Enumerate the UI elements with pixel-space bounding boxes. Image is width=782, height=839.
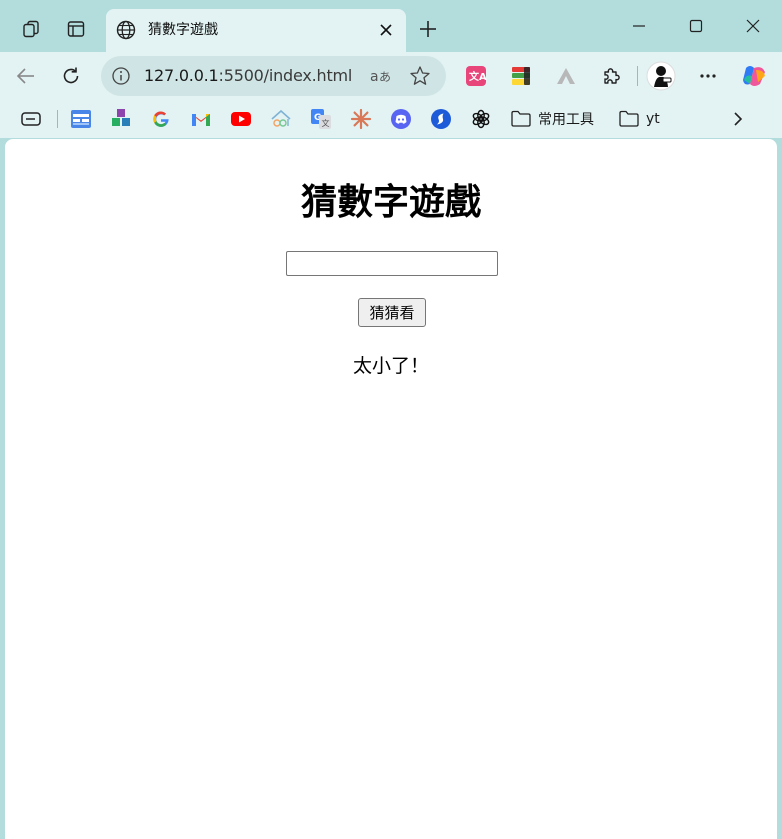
refresh-icon	[63, 67, 79, 84]
google-icon	[153, 111, 169, 127]
url-path: :5500/index.html	[218, 66, 353, 85]
bookmark-house[interactable]	[270, 108, 292, 130]
address-bar[interactable]: 127.0.0.1:5500/index.html a あ	[101, 56, 446, 96]
back-button[interactable]	[10, 60, 42, 92]
bookmark-google[interactable]	[150, 108, 172, 130]
workspaces-icon	[23, 20, 39, 38]
guess-button[interactable]: 猜猜看	[358, 298, 426, 327]
more-horizontal-icon	[700, 74, 716, 78]
bookmark-claude[interactable]	[350, 108, 372, 130]
bookmark-folder-label: 常用工具	[538, 112, 594, 128]
guess-input[interactable]	[286, 251, 498, 276]
new-tab-button[interactable]	[412, 13, 444, 45]
youtube-icon	[231, 112, 251, 126]
browser-tab-active[interactable]: 猜數字遊戲	[106, 9, 406, 52]
tab-title: 猜數字遊戲	[148, 22, 218, 38]
tab-actions-icon	[67, 21, 85, 37]
window-close-button[interactable]	[730, 8, 776, 44]
extension-colorful-button[interactable]	[505, 60, 537, 92]
discord-icon	[391, 109, 411, 129]
gmail-icon	[192, 114, 210, 126]
bookmark-cubes[interactable]	[110, 108, 132, 130]
bookmark-discord[interactable]	[390, 108, 412, 130]
puzzle-icon	[604, 68, 620, 84]
profile-button[interactable]	[645, 60, 677, 92]
close-icon	[380, 24, 392, 36]
workspaces-button[interactable]	[14, 12, 48, 46]
result-message: 太小了！	[352, 355, 429, 377]
bookmark-swoosh[interactable]	[430, 108, 452, 130]
url-text[interactable]: 127.0.0.1:5500/index.html	[144, 66, 352, 85]
svg-text:文A: 文A	[469, 70, 487, 83]
plus-icon	[420, 21, 436, 37]
bookmark-folder-yt[interactable]: yt	[618, 107, 660, 131]
bookmark-gmail[interactable]	[190, 108, 212, 130]
maximize-button[interactable]	[673, 8, 719, 44]
maximize-icon	[689, 19, 703, 33]
extensions-button[interactable]	[595, 60, 627, 92]
extension-a-button[interactable]	[550, 60, 582, 92]
folder-icon	[511, 110, 531, 127]
translate-extension-icon: 文A	[466, 66, 487, 86]
settings-more-button[interactable]	[692, 60, 724, 92]
site-info-icon[interactable]	[111, 66, 131, 86]
house-icon	[271, 109, 291, 127]
title-bar: 猜數字遊戲	[0, 0, 782, 52]
bookmark-folder-label: yt	[646, 111, 660, 127]
arrow-left-icon	[16, 68, 34, 84]
cubes-icon	[112, 109, 130, 126]
tablet-icon	[21, 112, 41, 126]
bookmark-google-classroom[interactable]	[70, 108, 92, 130]
refresh-button[interactable]	[55, 60, 87, 92]
triangle-logo-icon	[557, 68, 575, 84]
copilot-button[interactable]	[738, 60, 770, 92]
minimize-button[interactable]	[616, 8, 662, 44]
color-blocks-icon	[512, 67, 530, 85]
openai-icon	[472, 109, 490, 129]
copilot-icon	[743, 66, 765, 86]
sunburst-icon	[350, 108, 372, 130]
bookmark-google-translate[interactable]: G 文	[310, 108, 332, 130]
svg-text:a: a	[370, 69, 379, 85]
bookmark-youtube[interactable]	[230, 108, 252, 130]
chevron-right-icon	[734, 112, 743, 126]
bookmarks-overflow-button[interactable]	[727, 108, 749, 130]
swoosh-icon	[431, 109, 451, 129]
minimize-icon	[633, 25, 645, 27]
star-icon[interactable]	[409, 65, 431, 87]
google-sheets-icon	[71, 110, 91, 128]
folder-icon	[619, 110, 639, 127]
close-icon	[746, 19, 760, 33]
globe-icon	[116, 20, 136, 40]
tab-close-button[interactable]	[374, 18, 398, 42]
bookmark-folder-tools[interactable]: 常用工具	[510, 107, 594, 131]
translate-extension-button[interactable]: 文A	[460, 60, 492, 92]
bookmarks-divider	[57, 110, 58, 128]
page-title: 猜數字遊戲	[300, 182, 481, 223]
svg-text:文: 文	[322, 118, 330, 128]
page-viewport: 猜數字遊戲 猜猜看 太小了！	[5, 139, 777, 839]
bookmark-chatgpt[interactable]	[470, 108, 492, 130]
url-host: 127.0.0.1	[144, 66, 219, 85]
translate-icon: G 文	[311, 109, 331, 129]
toolbar-divider	[637, 66, 638, 86]
svg-text:あ: あ	[379, 70, 391, 84]
bookmark-apps[interactable]	[20, 108, 42, 130]
avatar	[646, 61, 676, 91]
bookmarks-bar: G 文 常用工具 yt	[0, 100, 782, 138]
read-aloud-icon[interactable]: a あ	[369, 66, 393, 86]
navigation-toolbar: 127.0.0.1:5500/index.html a あ 文A	[0, 52, 782, 100]
vertical-tabs-button[interactable]	[59, 12, 93, 46]
